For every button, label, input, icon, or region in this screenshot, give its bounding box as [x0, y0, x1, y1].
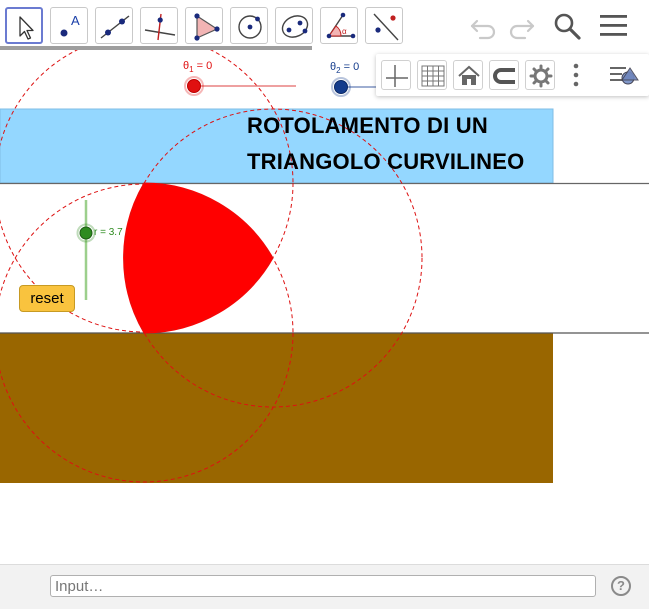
ellipse-tool-button[interactable]	[275, 7, 313, 44]
toolbar: A α	[0, 0, 649, 50]
theta2-slider-handle[interactable]	[334, 80, 348, 94]
reflect-line-icon	[373, 13, 399, 41]
title-line-2: TRIANGOLO CURVILINEO	[247, 149, 525, 174]
reflect-tool-button[interactable]	[365, 7, 403, 44]
home-icon	[458, 65, 480, 85]
point-capturing-button[interactable]	[489, 60, 519, 90]
line-tool-button[interactable]	[95, 7, 133, 44]
theta2-label: θ2 = 0	[330, 61, 360, 76]
graphics-style-bar	[376, 54, 649, 96]
move-arrow-icon	[19, 16, 34, 40]
point-capture-icon	[493, 68, 515, 84]
line-icon	[100, 15, 130, 39]
move-tool-button[interactable]	[5, 7, 43, 44]
theta1-label: θ1 = 0	[183, 60, 213, 75]
show-axes-button[interactable]	[381, 60, 411, 90]
polygon-icon	[194, 13, 220, 41]
svg-text:α: α	[342, 27, 347, 36]
axes-icon	[386, 65, 408, 87]
point-tool-button[interactable]: A	[50, 7, 88, 44]
graphics-view[interactable]: θ1 = 0 θ2 = 0 r = 3.7 ROTOLAMENTO DI UN …	[0, 50, 649, 564]
point-icon: A	[60, 13, 80, 37]
toggle-style-bar-button[interactable]	[608, 60, 639, 90]
circle-tool-button[interactable]	[230, 7, 268, 44]
reset-button[interactable]: reset	[19, 285, 75, 312]
ellipse-icon	[281, 15, 309, 38]
ground-rectangle	[0, 333, 553, 483]
input-bar: ?	[0, 564, 649, 609]
r-slider-label: r = 3.7	[94, 227, 123, 238]
menu-icon[interactable]	[599, 13, 629, 39]
reuleaux-triangle	[123, 182, 274, 334]
title-line-1: ROTOLAMENTO DI UN	[247, 113, 488, 138]
angle-tool-button[interactable]: α	[320, 7, 358, 44]
angle-icon: α	[326, 12, 356, 39]
svg-text:A: A	[71, 13, 80, 28]
theta1-slider-handle[interactable]	[187, 79, 201, 93]
r-slider-handle[interactable]	[79, 226, 93, 240]
grid-icon	[421, 65, 445, 87]
show-grid-button[interactable]	[417, 60, 447, 90]
perpendicular-line-icon	[144, 13, 176, 41]
more-icon	[573, 63, 579, 87]
settings-icon	[529, 64, 553, 88]
help-icon[interactable]: ?	[611, 576, 631, 596]
polygon-tool-button[interactable]	[185, 7, 223, 44]
perpendicular-tool-button[interactable]	[140, 7, 178, 44]
toggle-style-bar-icon	[610, 67, 639, 85]
circle-center-point-icon	[238, 15, 262, 39]
more-options-button[interactable]	[561, 60, 591, 90]
redo-icon[interactable]	[505, 12, 537, 40]
undo-icon[interactable]	[468, 12, 500, 40]
algebra-input[interactable]	[50, 575, 596, 597]
graphics-settings-button[interactable]	[525, 60, 555, 90]
standard-view-button[interactable]	[453, 60, 483, 90]
search-icon[interactable]	[552, 11, 584, 41]
